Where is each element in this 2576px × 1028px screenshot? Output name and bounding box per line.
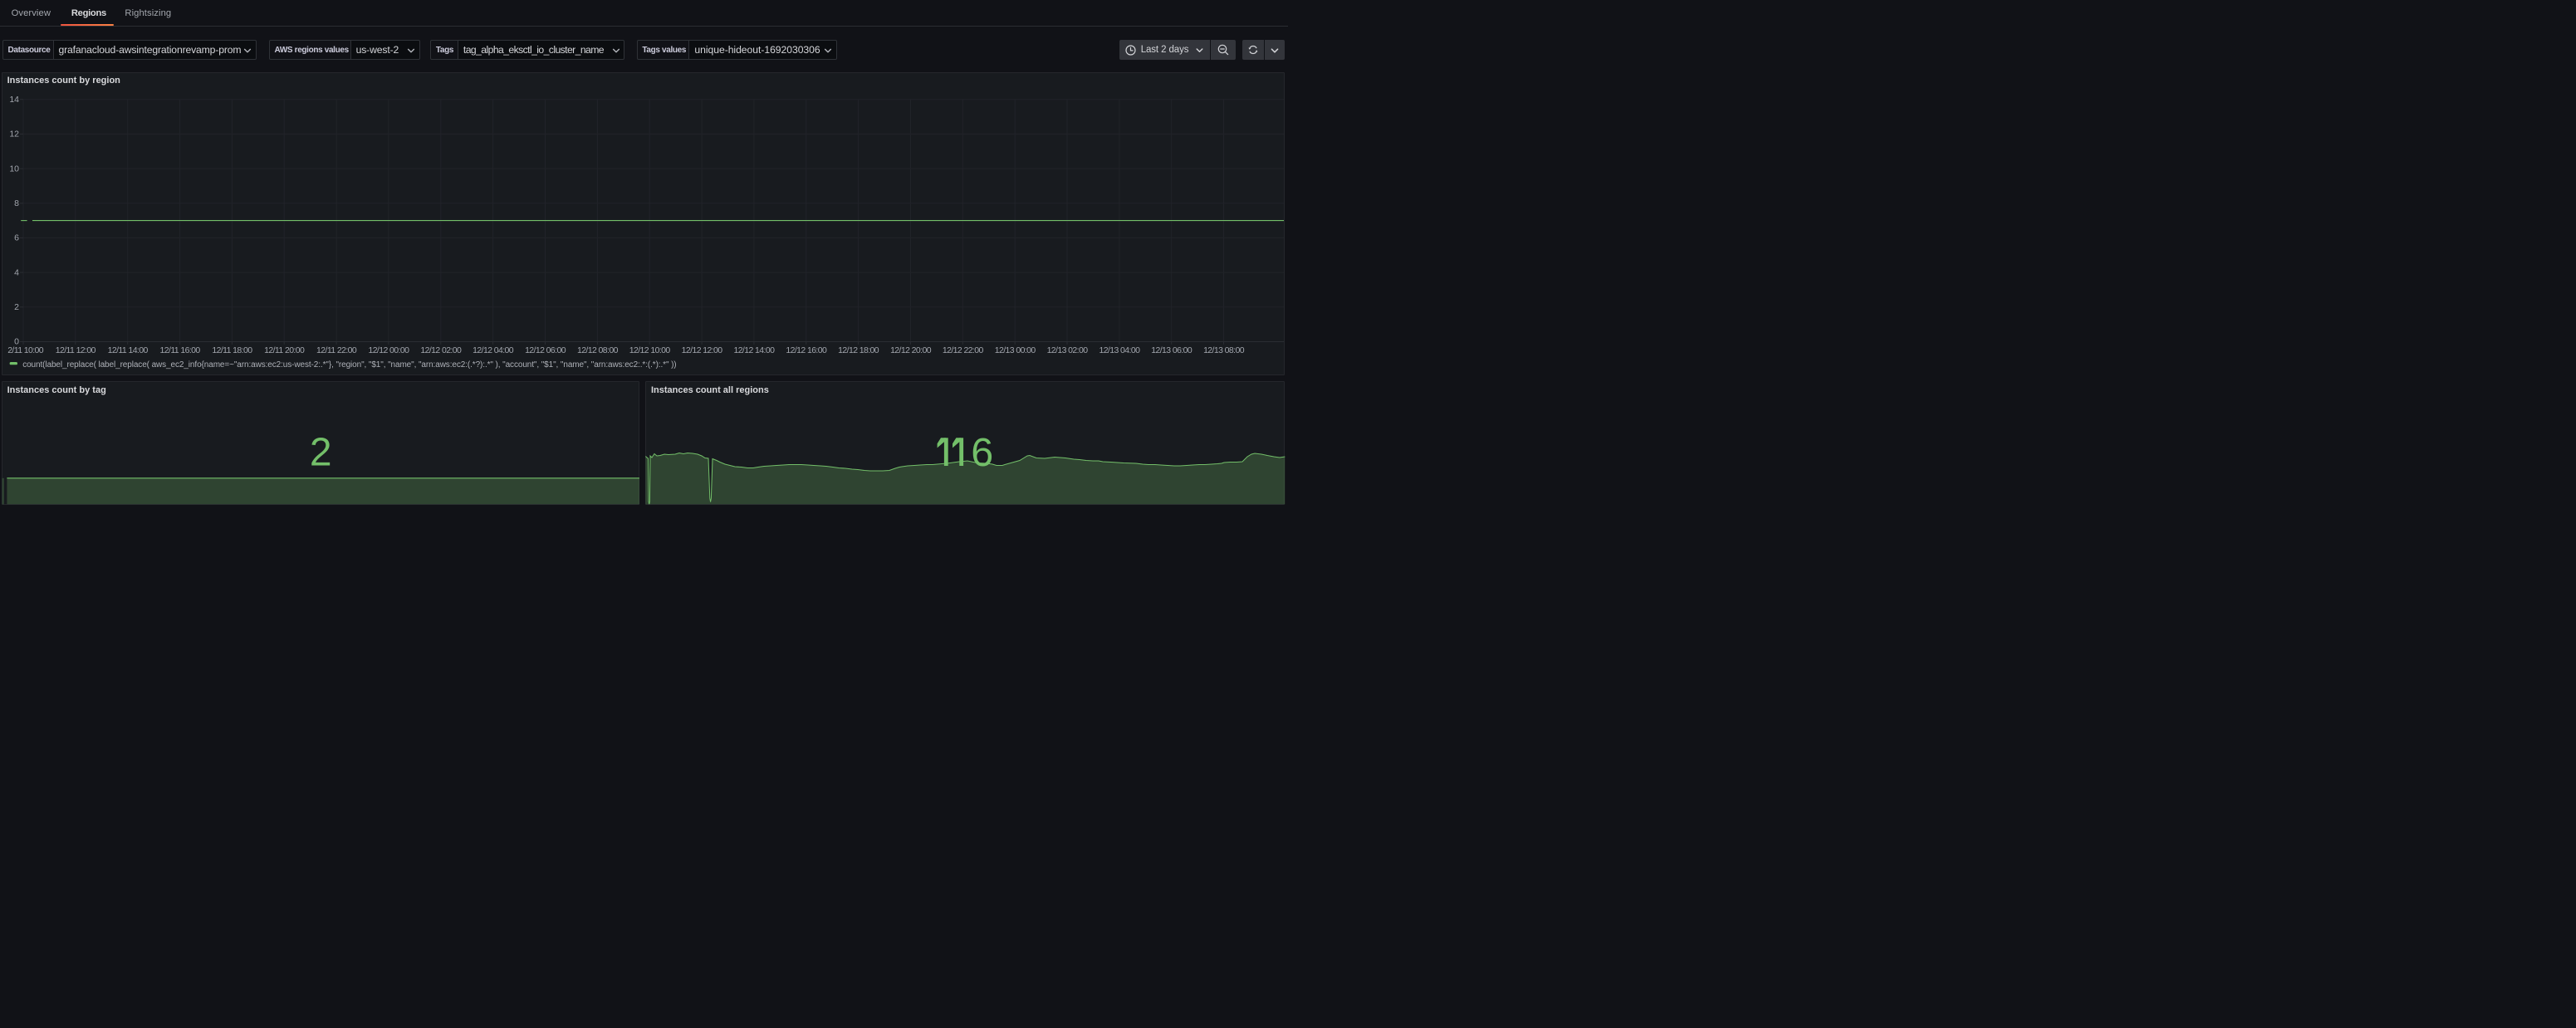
svg-text:12/12 10:00: 12/12 10:00 xyxy=(629,345,671,355)
svg-text:12/12 22:00: 12/12 22:00 xyxy=(943,345,984,355)
svg-text:12/12 02:00: 12/12 02:00 xyxy=(420,345,462,355)
svg-text:14: 14 xyxy=(9,95,19,105)
svg-text:12/12 18:00: 12/12 18:00 xyxy=(838,345,879,355)
svg-text:12/11 22:00: 12/11 22:00 xyxy=(316,345,357,355)
svg-text:12/12 08:00: 12/12 08:00 xyxy=(577,345,619,355)
svg-text:12/11 16:00: 12/11 16:00 xyxy=(160,345,201,355)
svg-text:12/12 20:00: 12/12 20:00 xyxy=(890,345,932,355)
svg-text:10: 10 xyxy=(9,164,19,174)
svg-text:12/12 00:00: 12/12 00:00 xyxy=(368,345,409,355)
svg-text:8: 8 xyxy=(14,198,19,208)
svg-text:12/11 12:00: 12/11 12:00 xyxy=(56,345,96,355)
svg-text:2: 2 xyxy=(14,302,19,312)
svg-text:12/13 06:00: 12/13 06:00 xyxy=(1151,345,1193,355)
svg-text:6: 6 xyxy=(971,430,993,475)
svg-text:12/12 06:00: 12/12 06:00 xyxy=(525,345,566,355)
svg-text:12/11 20:00: 12/11 20:00 xyxy=(264,345,305,355)
svg-text:12/13 00:00: 12/13 00:00 xyxy=(995,345,1036,355)
svg-text:12/13 02:00: 12/13 02:00 xyxy=(1047,345,1089,355)
svg-text:2/11 10:00: 2/11 10:00 xyxy=(7,345,44,355)
svg-text:12/12 14:00: 12/12 14:00 xyxy=(733,345,775,355)
svg-text:12/11 14:00: 12/11 14:00 xyxy=(108,345,149,355)
svg-text:12/13 08:00: 12/13 08:00 xyxy=(1203,345,1245,355)
svg-text:12/12 04:00: 12/12 04:00 xyxy=(473,345,514,355)
svg-text:12/11 18:00: 12/11 18:00 xyxy=(212,345,252,355)
svg-text:12/12 16:00: 12/12 16:00 xyxy=(786,345,827,355)
svg-text:6: 6 xyxy=(14,233,19,243)
svg-text:12/13 04:00: 12/13 04:00 xyxy=(1099,345,1140,355)
svg-text:12: 12 xyxy=(9,130,19,140)
svg-text:12/12 12:00: 12/12 12:00 xyxy=(682,345,723,355)
svg-text:4: 4 xyxy=(14,267,19,277)
svg-text:2: 2 xyxy=(310,430,332,474)
